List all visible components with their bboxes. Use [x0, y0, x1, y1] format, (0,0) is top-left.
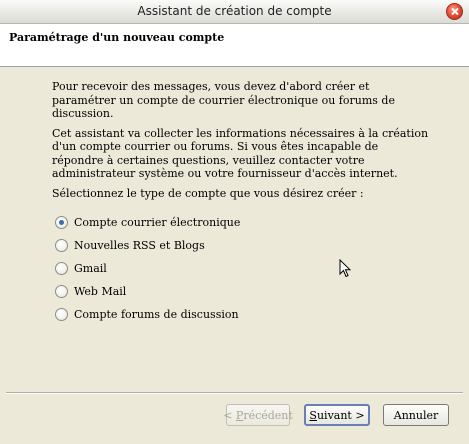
cancel-button[interactable]: Annuler: [383, 404, 449, 426]
intro-text: Pour recevoir des messages, vous devez d…: [52, 80, 432, 206]
next-button[interactable]: Suivant >: [304, 404, 370, 426]
next-rest: uivant >: [316, 408, 365, 422]
option-rss-label[interactable]: Nouvelles RSS et Blogs: [74, 239, 205, 252]
option-gmail-label[interactable]: Gmail: [74, 262, 107, 275]
radio-gmail[interactable]: [55, 262, 68, 275]
option-webmail[interactable]: Web Mail: [55, 280, 240, 303]
radio-email[interactable]: [55, 216, 68, 229]
wizard-header: Paramétrage d'un nouveau compte: [0, 24, 469, 67]
option-gmail[interactable]: Gmail: [55, 257, 240, 280]
intro-paragraph-2: Cet assistant va collecter les informati…: [52, 126, 429, 181]
intro-paragraph-1: Pour recevoir des messages, vous devez d…: [52, 80, 395, 120]
radio-newsgroups[interactable]: [55, 308, 68, 321]
option-email-label[interactable]: Compte courrier électronique: [74, 216, 240, 229]
option-newsgroups[interactable]: Compte forums de discussion: [55, 303, 240, 326]
previous-button[interactable]: < Précédent: [223, 404, 293, 426]
account-type-prompt: Sélectionnez le type de compte que vous …: [52, 186, 364, 200]
option-webmail-label[interactable]: Web Mail: [74, 285, 126, 298]
option-newsgroups-label[interactable]: Compte forums de discussion: [74, 308, 239, 321]
title-bar: Assistant de création de compte: [0, 0, 469, 24]
option-rss[interactable]: Nouvelles RSS et Blogs: [55, 234, 240, 257]
next-accel: S: [309, 408, 317, 422]
page-title: Paramétrage d'un nouveau compte: [9, 31, 225, 44]
option-email[interactable]: Compte courrier électronique: [55, 211, 240, 234]
previous-prefix: <: [223, 408, 236, 422]
account-type-options: Compte courrier électronique Nouvelles R…: [55, 211, 240, 326]
radio-webmail[interactable]: [55, 285, 68, 298]
footer-separator: [6, 392, 463, 394]
close-icon[interactable]: [446, 3, 463, 20]
window-title: Assistant de création de compte: [137, 4, 332, 18]
previous-rest: récédent: [243, 408, 293, 422]
previous-accel: P: [235, 408, 244, 422]
radio-rss[interactable]: [55, 239, 68, 252]
mouse-pointer-icon: [339, 259, 351, 278]
